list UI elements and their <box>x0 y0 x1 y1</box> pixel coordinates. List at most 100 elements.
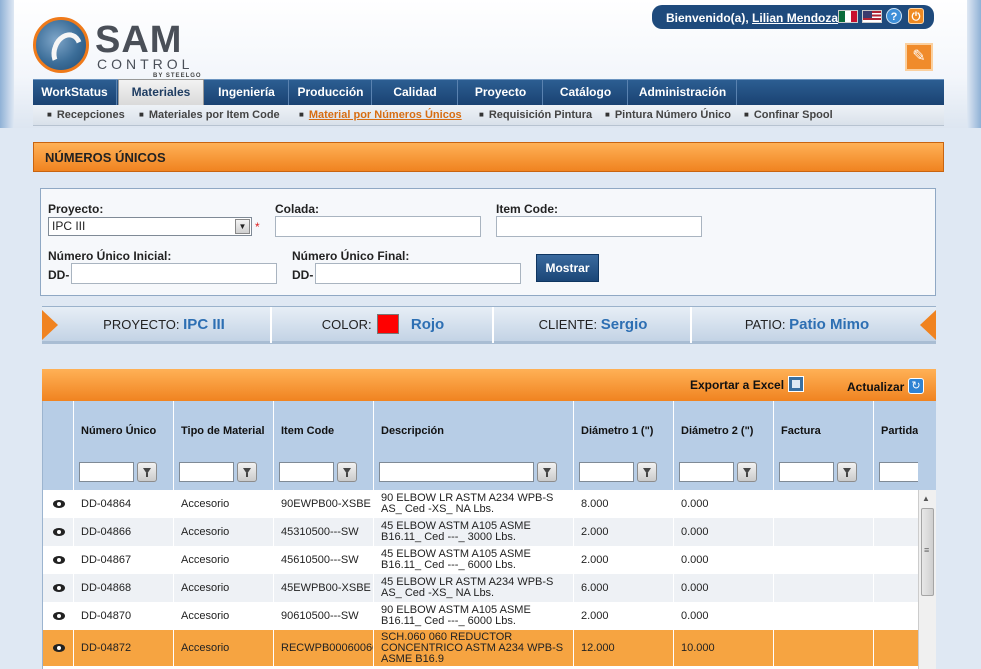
subnav-pintura-numero-unico[interactable]: Pintura Número Único <box>605 109 731 121</box>
column-title[interactable]: Diámetro 2 (") <box>681 401 753 461</box>
table-row[interactable]: DD-04864 Accesorio 90EWPB00-XSBE 90 ELBO… <box>43 490 918 518</box>
logo-control-text: CONTROL <box>97 56 194 72</box>
numero-unico-inicial-input[interactable] <box>71 263 277 284</box>
filter-input-factura[interactable] <box>779 462 834 482</box>
table-row[interactable]: DD-04866 Accesorio 45310500---SW 45 ELBO… <box>43 518 918 546</box>
view-cell[interactable] <box>43 602 74 630</box>
cell-partida <box>874 630 918 666</box>
view-cell[interactable] <box>43 574 74 602</box>
info-cliente-label: CLIENTE: <box>538 317 598 332</box>
eye-icon[interactable] <box>53 612 65 620</box>
view-cell[interactable] <box>43 630 74 666</box>
tab-administracion[interactable]: Administración <box>629 80 737 106</box>
edit-icon[interactable]: ✎ <box>905 43 933 71</box>
column-title[interactable]: Descripción <box>381 401 444 461</box>
column-factura[interactable]: Factura <box>774 401 874 490</box>
view-cell[interactable] <box>43 518 74 546</box>
cell-numero-unico: DD-04870 <box>74 602 174 630</box>
sam-control-logo[interactable]: SAM CONTROL BY STEELGO <box>33 17 213 79</box>
export-excel-link[interactable]: Exportar a Excel <box>690 378 784 392</box>
funnel-icon[interactable] <box>737 462 757 482</box>
column-diametro-1[interactable]: Diámetro 1 (") <box>574 401 674 490</box>
view-cell[interactable] <box>43 546 74 574</box>
funnel-icon[interactable] <box>137 462 157 482</box>
subnav-confinar-spool[interactable]: Confinar Spool <box>744 109 833 121</box>
column-title[interactable]: Diámetro 1 (") <box>581 401 653 461</box>
funnel-icon[interactable] <box>337 462 357 482</box>
excel-icon[interactable] <box>788 376 804 392</box>
eye-icon[interactable] <box>53 644 65 652</box>
cell-factura <box>774 602 874 630</box>
grid-scrollbar[interactable]: ▲ <box>918 490 936 669</box>
logo-emblem <box>33 17 89 73</box>
tab-workstatus[interactable]: WorkStatus <box>33 80 117 106</box>
tab-catalogo[interactable]: Catálogo <box>544 80 628 106</box>
filter-input-diametro-2[interactable] <box>679 462 734 482</box>
table-row[interactable]: DD-04870 Accesorio 90610500---SW 90 ELBO… <box>43 602 918 630</box>
dropdown-arrow-icon[interactable]: ▼ <box>235 219 250 234</box>
tab-ingenieria[interactable]: Ingeniería <box>205 80 289 106</box>
column-title[interactable]: Número Único <box>81 401 156 461</box>
filter-input-item-code[interactable] <box>279 462 334 482</box>
cell-numero-unico: DD-04864 <box>74 490 174 518</box>
filter-input-partida[interactable] <box>879 462 919 482</box>
mexico-flag-icon[interactable] <box>838 10 858 23</box>
subnav-materiales-item-code[interactable]: Materiales por Item Code <box>139 109 280 121</box>
tab-materiales[interactable]: Materiales <box>118 79 204 106</box>
grid-header-corner <box>918 401 936 490</box>
proyecto-select[interactable]: IPC III ▼ <box>48 217 252 236</box>
funnel-icon[interactable] <box>837 462 857 482</box>
table-row[interactable]: DD-04867 Accesorio 45610500---SW 45 ELBO… <box>43 546 918 574</box>
refresh-icon[interactable]: ↻ <box>908 378 924 394</box>
tab-produccion[interactable]: Producción <box>290 80 372 106</box>
funnel-icon[interactable] <box>537 462 557 482</box>
cell-tipo-material: Accesorio <box>174 602 274 630</box>
scroll-up-arrow-icon[interactable]: ▲ <box>922 494 930 503</box>
cell-numero-unico: DD-04867 <box>74 546 174 574</box>
help-icon[interactable]: ? <box>886 8 902 24</box>
colada-input[interactable] <box>275 216 481 237</box>
column-diametro-2[interactable]: Diámetro 2 (") <box>674 401 774 490</box>
column-descripcion[interactable]: Descripción <box>374 401 574 490</box>
filter-input-descripcion[interactable] <box>379 462 534 482</box>
info-cliente: CLIENTE: Sergio <box>496 307 692 343</box>
user-name-link[interactable]: Lilian Mendoza <box>752 11 838 25</box>
eye-icon[interactable] <box>53 500 65 508</box>
tab-proyecto[interactable]: Proyecto <box>459 80 543 106</box>
funnel-icon[interactable] <box>637 462 657 482</box>
view-cell[interactable] <box>43 490 74 518</box>
usa-flag-icon[interactable] <box>862 10 882 23</box>
column-title[interactable]: Factura <box>781 401 821 461</box>
filter-input-diametro-1[interactable] <box>579 462 634 482</box>
cell-tipo-material: Accesorio <box>174 490 274 518</box>
subnav-recepciones[interactable]: Recepciones <box>47 109 125 121</box>
cell-factura <box>774 546 874 574</box>
cell-item-code: RECWPB00060060 <box>274 630 374 666</box>
sub-nav: Recepciones Materiales por Item Code Mat… <box>33 105 944 126</box>
numero-unico-final-input[interactable] <box>315 263 521 284</box>
subnav-material-numeros-unicos[interactable]: Material por Números Únicos <box>299 109 462 121</box>
column-title[interactable]: Partida <box>881 401 918 461</box>
power-icon[interactable]: ⏻ <box>908 8 924 24</box>
refresh-link[interactable]: Actualizar <box>847 380 904 394</box>
eye-icon[interactable] <box>53 584 65 592</box>
subnav-requisicion-pintura[interactable]: Requisición Pintura <box>479 109 592 121</box>
filter-input-numero-unico[interactable] <box>79 462 134 482</box>
eye-icon[interactable] <box>53 528 65 536</box>
cell-diametro-2: 0.000 <box>674 490 774 518</box>
column-title[interactable]: Item Code <box>281 401 334 461</box>
column-tipo-material[interactable]: Tipo de Material <box>174 401 274 490</box>
scroll-thumb[interactable] <box>921 508 934 596</box>
column-item-code[interactable]: Item Code <box>274 401 374 490</box>
funnel-icon[interactable] <box>237 462 257 482</box>
column-title[interactable]: Tipo de Material <box>181 401 265 461</box>
eye-icon[interactable] <box>53 556 65 564</box>
item-code-input[interactable] <box>496 216 702 237</box>
column-numero-unico[interactable]: Número Único <box>74 401 174 490</box>
filter-input-tipo-material[interactable] <box>179 462 234 482</box>
table-row-selected[interactable]: DD-04872 Accesorio RECWPB00060060 SCH.06… <box>43 630 918 666</box>
column-partida[interactable]: Partida <box>874 401 919 490</box>
table-row[interactable]: DD-04868 Accesorio 45EWPB00-XSBE 45 ELBO… <box>43 574 918 602</box>
tab-calidad[interactable]: Calidad <box>373 80 458 106</box>
mostrar-button[interactable]: Mostrar <box>536 254 599 282</box>
